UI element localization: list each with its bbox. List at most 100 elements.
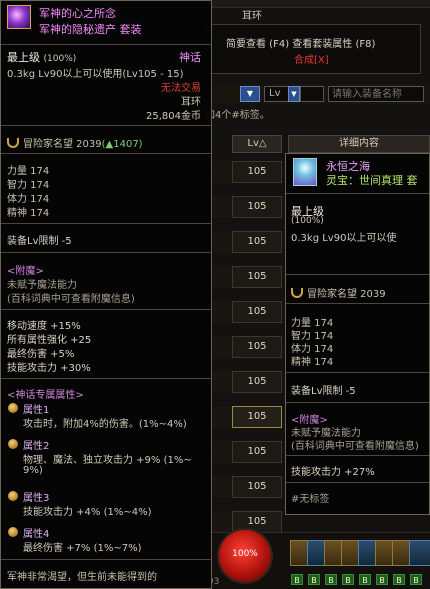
right-fame-value: 冒险家名望 2039	[307, 289, 386, 300]
hp-value: 100%	[232, 549, 258, 559]
table-row-lv[interactable]: 105	[232, 231, 282, 253]
divider	[286, 303, 429, 304]
category-dropdown-button[interactable]: ▼	[240, 86, 260, 102]
divider	[1, 223, 211, 224]
item-price: 25,804金币	[146, 111, 201, 122]
bonus-all-stat: 所有属性强化 +25	[7, 335, 92, 346]
skill-key-label: B	[376, 574, 388, 585]
divider	[1, 125, 211, 126]
divider	[1, 44, 211, 45]
attr3-head: 属性3	[23, 493, 50, 504]
compose-hint: 合成[X]	[294, 55, 329, 66]
skill-key-label: B	[393, 574, 405, 585]
fame-icon	[7, 138, 19, 148]
divider	[286, 193, 429, 194]
attr2-desc-cont: 9%)	[23, 465, 43, 476]
divider	[1, 153, 211, 154]
bonus-final-dmg: 最终伤害 +5%	[7, 349, 75, 360]
attr-bullet-icon	[8, 527, 18, 537]
skill-key-label: B	[325, 574, 337, 585]
divider	[1, 309, 211, 310]
skill-key-label: B	[359, 574, 371, 585]
divider	[1, 559, 211, 560]
stat-int: 智力 174	[7, 180, 50, 191]
stat-spi: 精神 174	[7, 208, 50, 219]
right-item-sub: 灵宝：世间真理 套	[326, 174, 418, 187]
attr-bullet-icon	[8, 439, 18, 449]
attr1-head: 属性1	[23, 405, 50, 416]
mythic-title: <神话专属属性>	[7, 390, 84, 401]
item-name: 军神的心之所念	[39, 7, 116, 20]
earring-item-icon	[7, 5, 31, 29]
attr2-desc: 物理、魔法、独立攻击力 +9% (1%~	[23, 455, 192, 466]
attr3-desc: 技能攻击力 +4% (1%~4%)	[23, 507, 152, 518]
equip-limit: 装备Lv限制 -5	[7, 236, 72, 247]
fame-icon	[291, 288, 303, 298]
item-type: 耳环	[181, 97, 201, 108]
flavor-text: 军神非常渴望，但生前未能得到的	[7, 572, 157, 583]
item-tooltip-left: 军神的心之所念 军神的隐秘遗产 套装 最上级 (100%) 神话 0.3kg L…	[0, 0, 212, 589]
column-header-lv[interactable]: Lv△	[232, 135, 282, 153]
skill-key-label: B	[291, 574, 303, 585]
divider	[286, 455, 429, 456]
attr-bullet-icon	[8, 491, 18, 501]
fame-value: 冒险家名望 2039	[23, 139, 102, 150]
top-strip	[205, 0, 430, 8]
fame-up: (▲1407)	[101, 139, 143, 150]
stat-str: 力量 174	[7, 166, 50, 177]
attr4-desc: 最终伤害 +7% (1%~7%)	[23, 543, 142, 554]
table-row-lv[interactable]: 105	[232, 266, 282, 288]
item-grade: 最上级 (100%)	[7, 49, 76, 65]
item-set-name: 军神的隐秘遗产 套装	[39, 23, 142, 36]
enchant-title: <附魔>	[7, 266, 44, 277]
enchant-line2: (百科词典中可查看附魔信息)	[7, 294, 135, 305]
divider	[1, 252, 211, 253]
right-tag: #无标签	[291, 494, 330, 505]
lv-dropdown-icon[interactable]: ▼	[288, 86, 300, 102]
attr-bullet-icon	[8, 403, 18, 413]
right-stat-spi: 精神 174	[291, 357, 334, 368]
stat-vit: 体力 174	[7, 194, 50, 205]
attr2-head: 属性2	[23, 441, 50, 452]
eternal-sea-item-icon	[293, 158, 317, 186]
attr4-head: 属性4	[23, 529, 50, 540]
divider	[286, 274, 429, 275]
table-row-lv[interactable]: 105	[232, 441, 282, 463]
help-tooltip: 简要查看 (F4) 查看套装属性 (F8) 合成[X]	[205, 24, 421, 74]
table-row-lv[interactable]: 105	[232, 301, 282, 323]
hint-text: 简要查看 (F4) 查看套装属性 (F8)	[226, 39, 376, 50]
table-row-lv[interactable]: 105	[232, 371, 282, 393]
right-skill-atk: 技能攻击力 +27%	[291, 467, 375, 478]
skill-key-label: B	[342, 574, 354, 585]
tag-hint: 加4个#标签。	[205, 110, 270, 121]
table-row-lv[interactable]: 105	[232, 476, 282, 498]
item-rarity: 神话	[179, 51, 201, 64]
column-header-detail[interactable]: 详细内容	[288, 135, 430, 153]
bonus-skill-atk: 技能攻击力 +30%	[7, 363, 91, 374]
trade-status: 无法交易	[161, 83, 201, 94]
divider	[286, 372, 429, 373]
enchant-line1: 未赋予魔法能力	[7, 280, 77, 291]
item-weight-level: 0.3kg Lv90以上可以使用(Lv105 - 15)	[7, 69, 184, 80]
bonus-move-speed: 移动速度 +15%	[7, 321, 81, 332]
grade-label: 最上级	[7, 51, 40, 64]
right-fame-line: 冒险家名望 2039	[291, 285, 386, 300]
skill-key-label: B	[308, 574, 320, 585]
grade-pct: (100%)	[43, 54, 77, 64]
skill-key-label: B	[410, 574, 422, 585]
right-enchant-line2: (百科词典中可查看附魔信息)	[291, 441, 419, 452]
right-equip-limit: 装备Lv限制 -5	[291, 386, 356, 397]
fame-line: 冒险家名望 2039(▲1407)	[7, 135, 143, 150]
divider	[286, 482, 429, 483]
right-item-grade-pct: (100%)	[291, 216, 324, 226]
attr1-desc: 攻击时，附加4%的伤害。(1%~4%)	[23, 419, 187, 430]
divider	[286, 402, 429, 403]
table-row-lv[interactable]: 105	[232, 336, 282, 358]
skill-slot-icon[interactable]	[409, 540, 430, 566]
table-row-lv[interactable]: 105	[232, 406, 282, 428]
lv-input[interactable]	[300, 86, 324, 102]
divider	[1, 378, 211, 379]
table-row-lv[interactable]: 105	[232, 196, 282, 218]
table-row-lv[interactable]: 105	[232, 161, 282, 183]
search-input[interactable]	[328, 86, 424, 102]
